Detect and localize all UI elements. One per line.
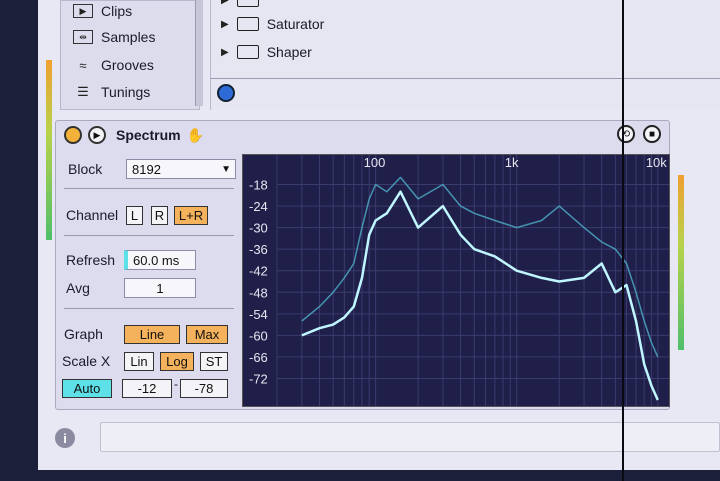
divider (64, 235, 234, 236)
clip-icon: ▶ (73, 4, 93, 18)
samples-icon: ⇹ (73, 30, 93, 44)
output-level-meter (678, 175, 684, 350)
x-tick-label: 1k (505, 155, 519, 170)
device-list-label: Shaper (266, 44, 312, 60)
device-titlebar: ▶ Spectrum ✋ ⟲ ■ (56, 121, 669, 149)
divider (64, 308, 234, 309)
expand-icon: ▶ (221, 46, 229, 58)
x-tick-label: 100 (364, 155, 386, 170)
cursor-line (622, 0, 624, 481)
device-icon (236, 0, 259, 7)
y-tick-label: -72 (249, 371, 268, 386)
y-tick-label: -24 (249, 199, 268, 214)
status-bar: i (55, 420, 720, 456)
channel-l-button[interactable]: L (126, 206, 143, 225)
device-title: Spectrum (116, 127, 181, 143)
spectrum-line-series (301, 190, 659, 401)
sidebar-item-label: Clips (101, 3, 133, 19)
block-select[interactable]: 8192 ▼ (126, 159, 236, 179)
device-on-toggle[interactable] (64, 126, 82, 144)
play-icon[interactable]: ▶ (88, 126, 106, 144)
device-list: ▶ ▶ Saturator ▶ Shaper (210, 0, 720, 110)
browser-sidebar: ▶ Clips ⇹ Samples ≈ Grooves ☰ Tunings (60, 0, 200, 110)
sidebar-item-samples[interactable]: ⇹ Samples (73, 25, 155, 49)
y-tick-label: -36 (249, 242, 268, 257)
expand-icon: ▶ (221, 0, 229, 6)
auto-button[interactable]: Auto (62, 379, 112, 398)
device-list-item-shaper[interactable]: ▶ Shaper (221, 39, 312, 65)
spectrum-chart: -18 -24 -30 -36 -42 -48 -54 -60 -66 -72 100 1k 10k (249, 155, 669, 406)
spectrum-device: ▶ Spectrum ✋ ⟲ ■ Block 8192 ▼ Channel L … (55, 120, 670, 410)
block-label: Block (68, 161, 103, 177)
range-high-field[interactable]: -12 (122, 379, 172, 398)
block-value: 8192 (132, 161, 161, 177)
scale-log-button[interactable]: Log (160, 352, 194, 371)
avg-field[interactable]: 1 (124, 278, 196, 298)
graph-label: Graph (64, 326, 103, 342)
x-tick-label: 10k (646, 155, 667, 170)
device-list-item-saturator[interactable]: ▶ Saturator (221, 11, 324, 37)
hotswap-icon[interactable] (217, 84, 235, 102)
divider (211, 78, 720, 79)
refresh-label: Refresh (66, 252, 116, 268)
y-tick-label: -18 (249, 178, 268, 193)
sidebar-item-label: Grooves (101, 57, 154, 73)
status-text-field (100, 422, 720, 452)
sidebar-item-label: Samples (101, 29, 156, 45)
y-tick-label: -48 (249, 285, 268, 300)
scale-st-button[interactable]: ST (200, 352, 228, 371)
scale-lin-button[interactable]: Lin (124, 352, 154, 371)
graph-max-button[interactable]: Max (186, 325, 228, 344)
browser-scrollbar[interactable] (195, 0, 203, 106)
sidebar-item-clips[interactable]: ▶ Clips (73, 0, 132, 23)
chevron-down-icon: ▼ (221, 163, 231, 175)
scalex-label: Scale X (62, 353, 111, 369)
y-tick-label: -30 (249, 221, 268, 236)
range-separator: - (174, 377, 178, 391)
channel-lr-button[interactable]: L+R (174, 206, 208, 225)
sidebar-item-label: Tunings (101, 84, 151, 100)
device-list-label: Saturator (266, 16, 325, 32)
graph-line-button[interactable]: Line (124, 325, 180, 344)
device-icon (236, 17, 259, 31)
y-tick-label: -42 (249, 264, 268, 279)
sidebar-item-grooves[interactable]: ≈ Grooves (73, 53, 154, 77)
expand-icon: ▶ (221, 18, 229, 30)
sidebar-item-tunings[interactable]: ☰ Tunings (73, 80, 150, 104)
hand-icon: ✋ (186, 126, 205, 143)
y-tick-label: -54 (249, 307, 268, 322)
save-preset-icon[interactable]: ■ (643, 125, 661, 143)
divider (64, 188, 234, 189)
channel-r-button[interactable]: R (151, 206, 168, 225)
hot-swap-icon[interactable]: ⟲ (617, 125, 635, 143)
device-icon (236, 45, 259, 59)
refresh-field[interactable]: 60.0 ms (124, 250, 196, 270)
y-tick-label: -66 (249, 350, 268, 365)
y-tick-label: -60 (249, 328, 268, 343)
input-level-meter (46, 60, 52, 240)
avg-label: Avg (66, 280, 90, 296)
groove-icon: ≈ (79, 57, 87, 73)
spectrum-graph[interactable]: -18 -24 -30 -36 -42 -48 -54 -60 -66 -72 100 1k 10k (242, 154, 670, 407)
info-icon[interactable]: i (55, 428, 75, 448)
range-low-field[interactable]: -78 (180, 379, 228, 398)
tunings-icon: ☰ (77, 84, 89, 99)
channel-label: Channel (66, 207, 119, 223)
